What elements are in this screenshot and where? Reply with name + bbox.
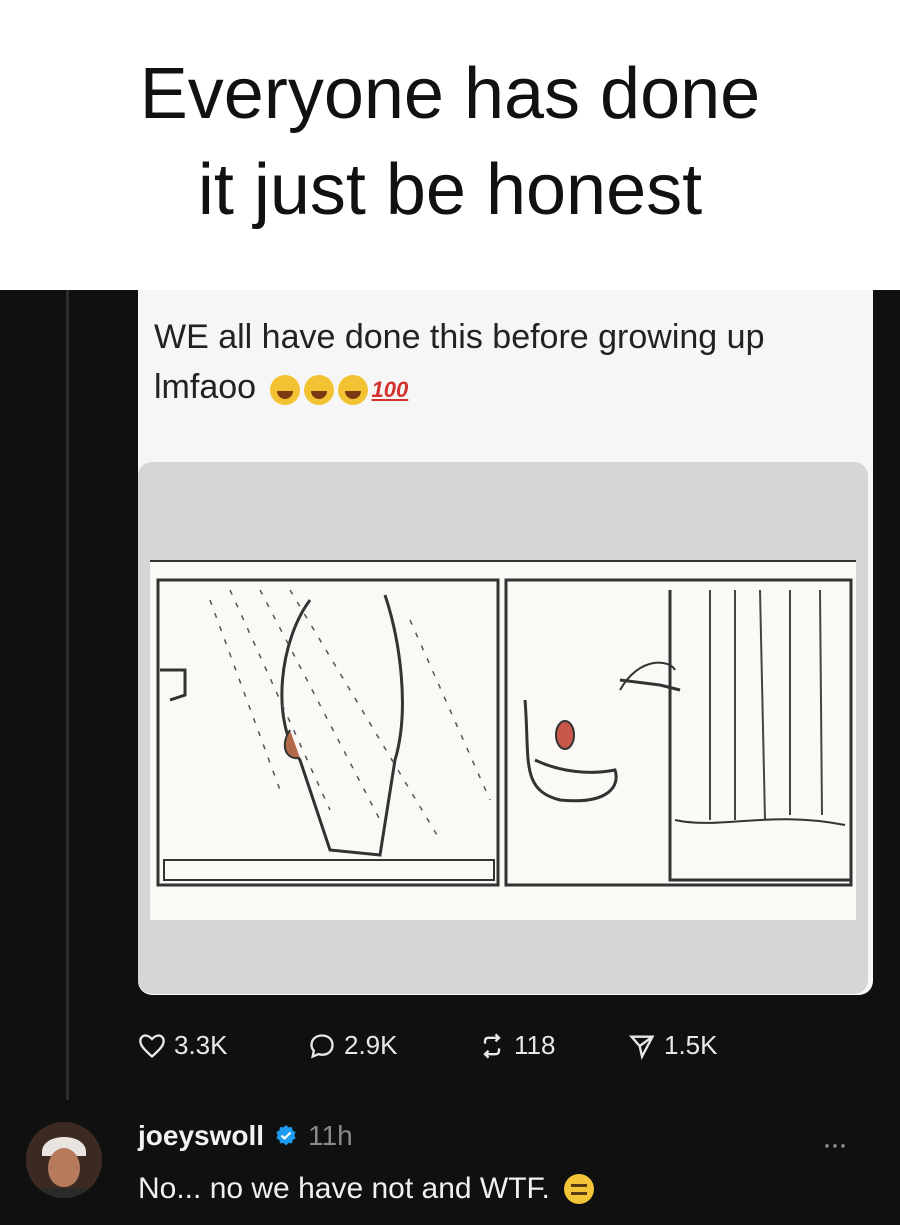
more-options-icon[interactable]: ··· xyxy=(822,1128,848,1162)
reply-header: joeyswoll 11h xyxy=(138,1120,353,1152)
post-actions: 3.3K 2.9K 118 1.5K xyxy=(138,1030,838,1070)
repost-icon xyxy=(483,1033,501,1058)
post-text-block: WE all have done this before growing up … xyxy=(154,312,854,415)
laughing-emoji-icon xyxy=(303,375,334,406)
emoji-row: 100 xyxy=(269,363,409,415)
post-text: WE all have done this before growing up … xyxy=(154,318,765,406)
verified-badge-icon xyxy=(276,1125,296,1146)
heart-icon xyxy=(139,1033,165,1058)
caption-line-1: Everyone has done xyxy=(139,54,761,134)
timestamp: 11h xyxy=(308,1120,353,1151)
post-screenshot: WE all have done this before growing up … xyxy=(0,290,900,1225)
send-icon xyxy=(628,1035,655,1060)
laughing-emoji-icon xyxy=(337,375,368,406)
comment-bubble-icon xyxy=(310,1033,334,1058)
reply-text-row: No... no we have not and WTF. xyxy=(138,1172,594,1206)
thread-line xyxy=(66,290,69,1100)
caption-line-2: it just be honest xyxy=(197,150,703,230)
caption-text: Everyone has done it just be honest xyxy=(40,46,860,238)
reply-text: No... no we have not and WTF. xyxy=(138,1172,550,1205)
share-count: 1.5K xyxy=(664,1030,718,1060)
like-button[interactable]: 3.3K xyxy=(138,1030,228,1061)
comic-illustration xyxy=(150,560,856,920)
avatar[interactable] xyxy=(26,1122,102,1198)
meme-caption: Everyone has done it just be honest xyxy=(0,0,900,290)
repost-count: 118 xyxy=(514,1030,556,1060)
share-button[interactable]: 1.5K xyxy=(628,1030,718,1061)
comment-button[interactable]: 2.9K xyxy=(308,1030,398,1061)
repost-button[interactable]: 118 xyxy=(478,1030,555,1061)
reply: joeyswoll 11h ··· No... no we have not a… xyxy=(0,1110,900,1225)
username[interactable]: joeyswoll xyxy=(138,1120,264,1152)
like-count: 3.3K xyxy=(174,1030,228,1060)
expressionless-face-emoji-icon xyxy=(563,1174,594,1204)
comment-count: 2.9K xyxy=(344,1030,398,1060)
hundred-emoji-icon: 100 xyxy=(371,377,409,403)
post-card: WE all have done this before growing up … xyxy=(138,290,873,995)
post-image[interactable] xyxy=(138,462,868,994)
avatar-image xyxy=(26,1122,102,1198)
laughing-emoji-icon xyxy=(269,375,300,406)
